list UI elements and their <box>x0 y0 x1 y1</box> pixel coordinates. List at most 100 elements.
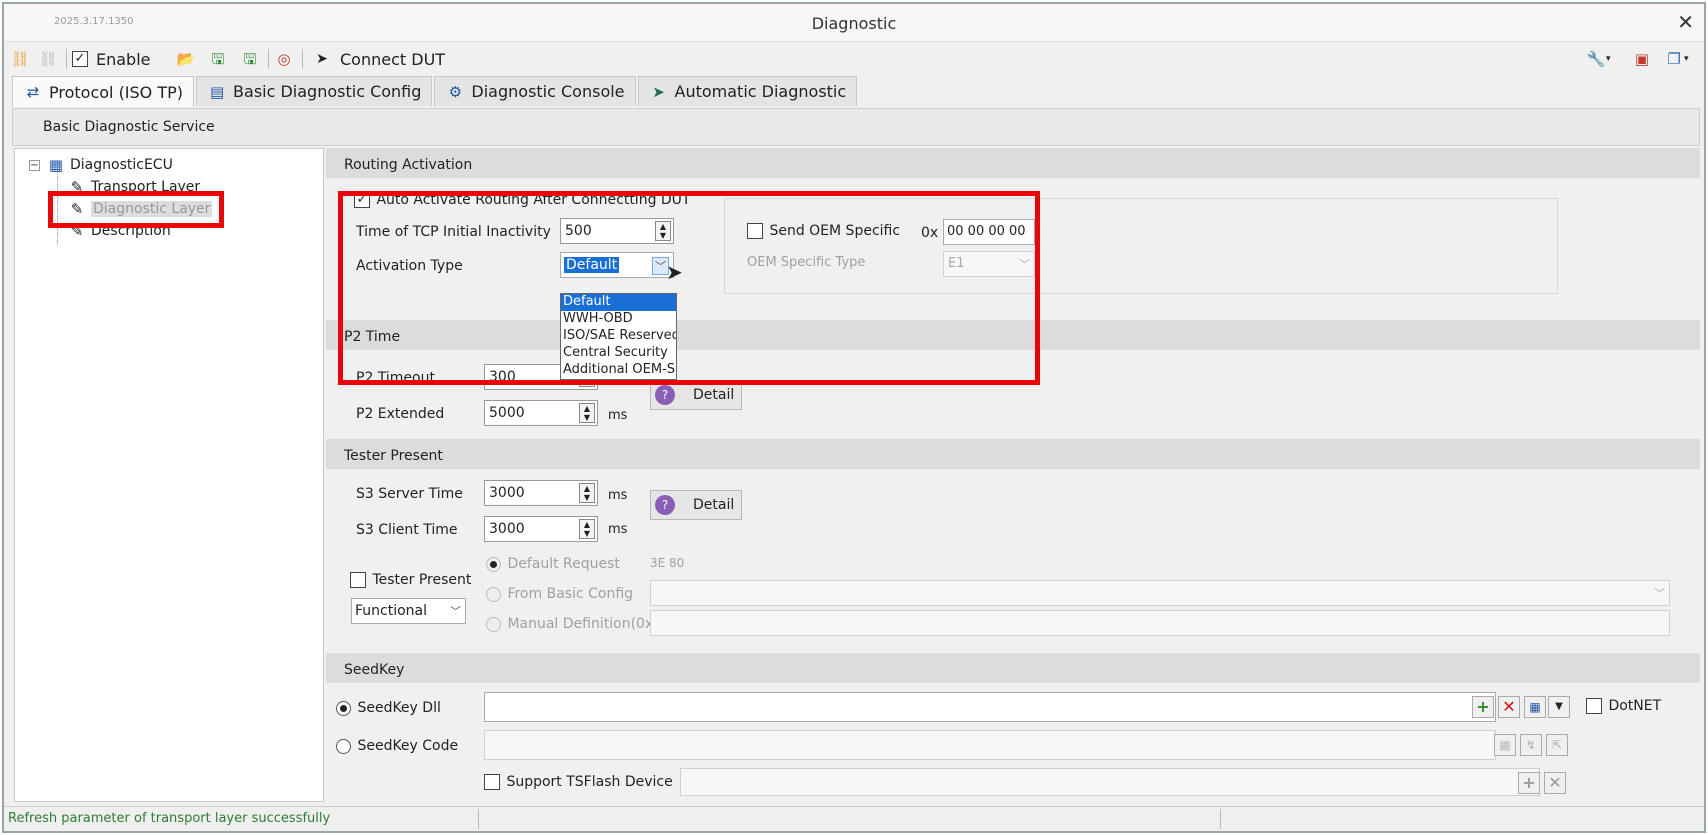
seedkey-code-label: SeedKey Code <box>357 738 459 754</box>
s3-server-input[interactable]: 3000 ▲ ▼ <box>484 480 598 506</box>
tsflash-checkbox[interactable] <box>484 774 500 790</box>
tester-header: Tester Present <box>326 439 1700 469</box>
compile-icon: ↯ <box>1520 734 1542 756</box>
spin-arrows-icon[interactable]: ▲▼ <box>579 403 595 423</box>
tab-protocol[interactable]: ⇄ Protocol (ISO TP) <box>12 76 195 107</box>
send-icon: ➤ <box>652 82 665 101</box>
delete-icon[interactable]: ✕ <box>1498 696 1520 718</box>
diagnostic-window: 2025.3.17.1350 Diagnostic ✕ ⛓ ⛓ ✓ Enable… <box>2 2 1706 833</box>
tab-label: Diagnostic Console <box>471 82 625 101</box>
enable-toggle[interactable]: ✓ Enable <box>72 48 151 70</box>
spin-arrows-icon[interactable]: ▲▼ <box>579 483 595 503</box>
dotnet-label: DotNET <box>1608 698 1662 714</box>
toolbar: ⛓ ⛓ ✓ Enable 📂 🖫 🖫 ◎ ➤ Connect DUT 🔧 ▾ ▣ … <box>4 44 1704 74</box>
default-request-value: 3E 80 <box>650 556 685 570</box>
connect-dut-button[interactable]: ➤ Connect DUT <box>312 48 445 70</box>
tab-automatic-diagnostic[interactable]: ➤ Automatic Diagnostic <box>637 76 858 106</box>
addressing-mode-value: Functional <box>355 603 428 619</box>
from-basic-radio <box>486 586 501 602</box>
save-icon[interactable]: 🖫 <box>208 48 228 70</box>
tester-present-row[interactable]: Tester Present <box>350 572 471 588</box>
s3-client-unit: ms <box>608 522 628 537</box>
console-icon: ⚙ <box>448 82 463 101</box>
manual-definition-input <box>650 610 1670 636</box>
unlink-icon[interactable]: ⛓ <box>38 48 58 70</box>
tree-view[interactable]: − ▦ DiagnosticECU ✎ Transport Layer ✎ Di… <box>14 148 324 802</box>
seedkey-dll-radio[interactable] <box>336 700 351 716</box>
s3-client-input[interactable]: 3000 ▲ ▼ <box>484 516 598 542</box>
delete-icon: ✕ <box>1544 772 1566 794</box>
default-request-radio <box>486 556 501 572</box>
save-as-icon[interactable]: 🖫 <box>240 48 260 70</box>
export-icon: ⇱ <box>1546 734 1568 756</box>
from-basic-label: From Basic Config <box>507 586 634 602</box>
highlight-box-routing <box>338 191 1040 385</box>
help-icon: ? <box>655 385 675 405</box>
protocol-icon: ⇄ <box>26 83 40 101</box>
from-basic-option: From Basic Config <box>486 586 633 602</box>
tab-basic-diagnostic-config[interactable]: ▤ Basic Diagnostic Config <box>196 76 433 106</box>
dropdown-arrow-icon[interactable]: ▼ <box>1548 696 1570 718</box>
seedkey-code-radio[interactable] <box>336 738 351 754</box>
seedkey-code-input <box>484 730 1496 760</box>
tab-label: Protocol (ISO TP) <box>49 82 184 102</box>
s3-server-value: 3000 <box>489 485 525 501</box>
spin-arrows-icon[interactable]: ▲▼ <box>579 519 595 539</box>
enable-checkbox[interactable]: ✓ <box>72 51 88 67</box>
manual-definition-label: Manual Definition(0x) <box>507 616 659 632</box>
s3-client-value: 3000 <box>489 521 525 537</box>
tsflash-row[interactable]: Support TSFlash Device <box>484 774 673 790</box>
addressing-mode-select[interactable]: Functional ﹀ <box>351 598 466 624</box>
tab-diagnostic-console[interactable]: ⚙ Diagnostic Console <box>434 76 636 106</box>
tree-root[interactable]: − ▦ DiagnosticECU <box>29 155 173 175</box>
title-bar: 2025.3.17.1350 Diagnostic ✕ <box>4 4 1704 42</box>
s3-client-label: S3 Client Time <box>356 522 458 538</box>
ecu-icon: ▦ <box>48 156 64 174</box>
tester-detail-label: Detail <box>693 497 735 513</box>
default-request-label: Default Request <box>507 556 620 572</box>
from-basic-select: ﹀ <box>650 580 1670 606</box>
add-icon: + <box>1518 772 1540 794</box>
window-close-icon[interactable]: ▣ <box>1632 48 1652 70</box>
add-icon[interactable]: + <box>1472 696 1494 718</box>
p2-extended-value: 5000 <box>489 405 525 421</box>
status-message: Refresh parameter of transport layer suc… <box>8 811 331 826</box>
service-title: Basic Diagnostic Service <box>43 119 215 135</box>
window-layout-icon[interactable]: ❐ ▾ <box>1664 48 1688 70</box>
tab-bar: ⇄ Protocol (ISO TP) ▤ Basic Diagnostic C… <box>12 76 859 107</box>
close-icon[interactable]: ✕ <box>1677 10 1694 34</box>
link-icon[interactable]: ⛓ <box>10 48 30 70</box>
tester-present-checkbox[interactable] <box>350 572 366 588</box>
seedkey-dll-input[interactable] <box>484 692 1496 722</box>
connect-dut-label: Connect DUT <box>340 49 446 69</box>
status-bar: Refresh parameter of transport layer suc… <box>4 806 1704 831</box>
tab-label: Basic Diagnostic Config <box>233 82 422 101</box>
dotnet-row[interactable]: DotNET <box>1586 698 1661 714</box>
seedkey-code-option[interactable]: SeedKey Code <box>336 738 458 754</box>
tester-present-label: Tester Present <box>372 572 472 588</box>
window-title: Diagnostic <box>811 14 897 33</box>
p2-extended-input[interactable]: 5000 ▲ ▼ <box>484 400 598 426</box>
manual-definition-radio <box>486 616 501 632</box>
tsflash-input <box>680 768 1540 796</box>
tester-detail-button[interactable]: ? Detail <box>650 490 742 520</box>
collapse-icon[interactable]: − <box>29 159 40 171</box>
open-folder-icon[interactable]: 📂 <box>176 48 196 70</box>
grid-icon[interactable]: ▦ <box>1524 696 1546 718</box>
chevron-down-icon[interactable]: ﹀ <box>450 603 461 619</box>
wrench-icon[interactable]: 🔧 ▾ <box>1586 48 1611 70</box>
help-icon: ? <box>655 495 675 515</box>
p2-extended-label: P2 Extended <box>356 406 445 422</box>
seedkey-dll-label: SeedKey Dll <box>357 700 441 716</box>
headset-icon[interactable]: ◎ <box>274 48 294 70</box>
default-request-option: Default Request <box>486 556 620 572</box>
cursor-icon: ➤ <box>316 51 328 67</box>
config-icon: ▤ <box>209 82 225 101</box>
enable-label: Enable <box>96 49 151 69</box>
highlight-box-tree <box>48 191 224 228</box>
seedkey-dll-option[interactable]: SeedKey Dll <box>336 700 441 716</box>
grid-icon: ▦ <box>1494 734 1516 756</box>
service-bar: Basic Diagnostic Service <box>12 108 1700 146</box>
dotnet-checkbox[interactable] <box>1586 698 1602 714</box>
tab-label: Automatic Diagnostic <box>674 82 847 101</box>
